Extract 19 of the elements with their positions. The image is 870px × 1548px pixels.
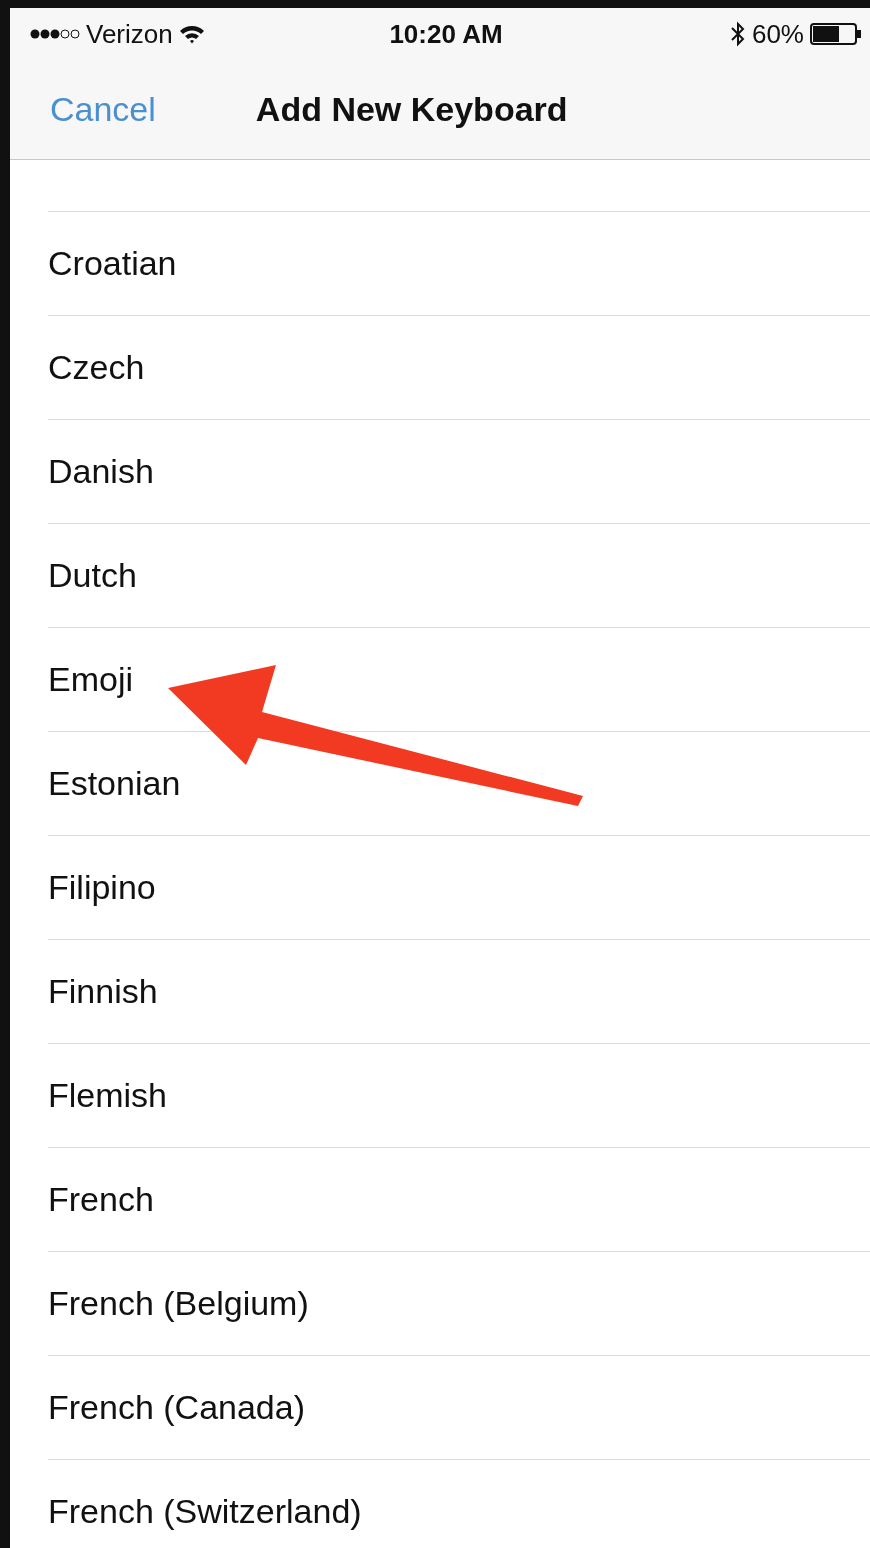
screen-title: Add New Keyboard — [255, 90, 568, 129]
language-row[interactable]: Filipino — [48, 836, 870, 940]
wifi-icon — [178, 24, 205, 44]
language-row[interactable]: French (Belgium) — [48, 1252, 870, 1356]
status-time: 10:20 AM — [389, 18, 503, 50]
battery-icon — [810, 23, 862, 45]
language-row[interactable]: Czech — [48, 316, 870, 420]
battery-percentage: 60% — [751, 18, 804, 50]
bluetooth-icon — [729, 21, 746, 47]
language-row[interactable]: Dutch — [48, 524, 870, 628]
language-row[interactable]: Croatian — [48, 212, 870, 316]
language-row[interactable]: Danish — [48, 420, 870, 524]
language-row[interactable]: Flemish — [48, 1044, 870, 1148]
carrier-name: Verizon — [86, 18, 173, 50]
language-row[interactable]: French (Canada) — [48, 1356, 870, 1460]
language-row[interactable]: Finnish — [48, 940, 870, 1044]
language-row[interactable]: French (Switzerland) — [48, 1460, 870, 1548]
signal-icon — [30, 28, 80, 40]
language-row[interactable]: French — [48, 1148, 870, 1252]
